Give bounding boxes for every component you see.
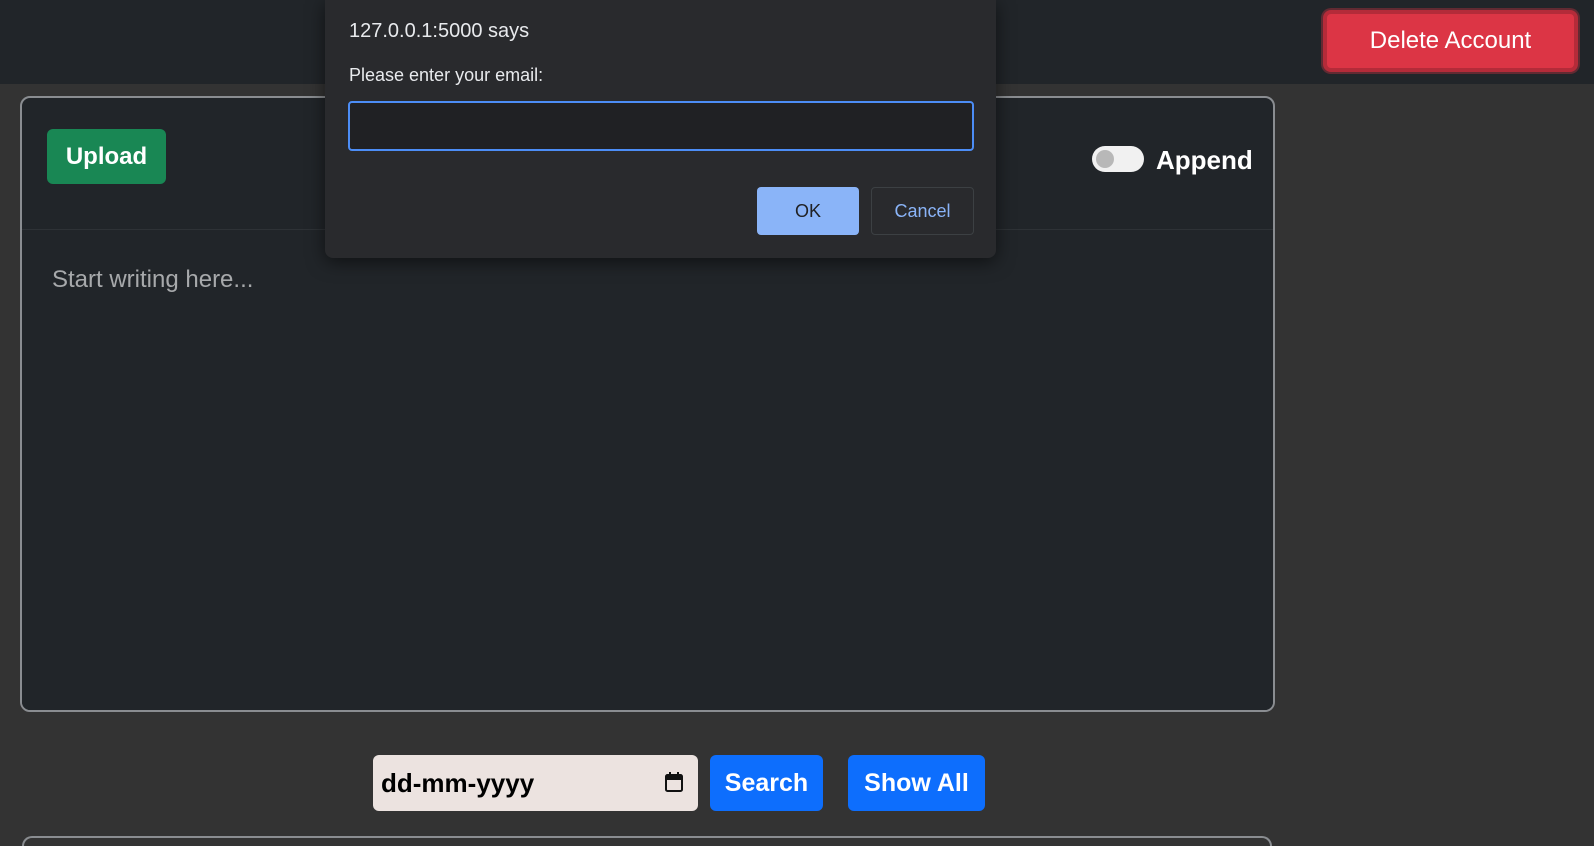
dialog-message: Please enter your email: (349, 65, 544, 85)
append-label: Append (1156, 145, 1253, 175)
cancel-button[interactable]: Cancel (871, 187, 974, 235)
prompt-dialog: 127.0.0.1:5000 says Please enter your em… (325, 0, 996, 258)
search-button[interactable]: Search (710, 755, 823, 811)
ok-button[interactable]: OK (757, 187, 859, 235)
upload-button[interactable]: Upload (47, 129, 166, 184)
calendar-icon[interactable] (664, 771, 684, 793)
email-field[interactable] (348, 101, 974, 151)
dialog-title: 127.0.0.1:5000 says (349, 20, 530, 42)
entries-card-edge (22, 836, 1272, 846)
editor-textarea[interactable] (22, 231, 1273, 710)
toggle-knob (1096, 150, 1114, 168)
show-all-button[interactable]: Show All (848, 755, 985, 811)
date-input[interactable]: dd-mm-yyyy (373, 755, 698, 811)
append-toggle[interactable] (1092, 146, 1144, 172)
date-input-text: dd-mm-yyyy (381, 767, 535, 798)
delete-account-button[interactable]: Delete Account (1323, 10, 1578, 72)
